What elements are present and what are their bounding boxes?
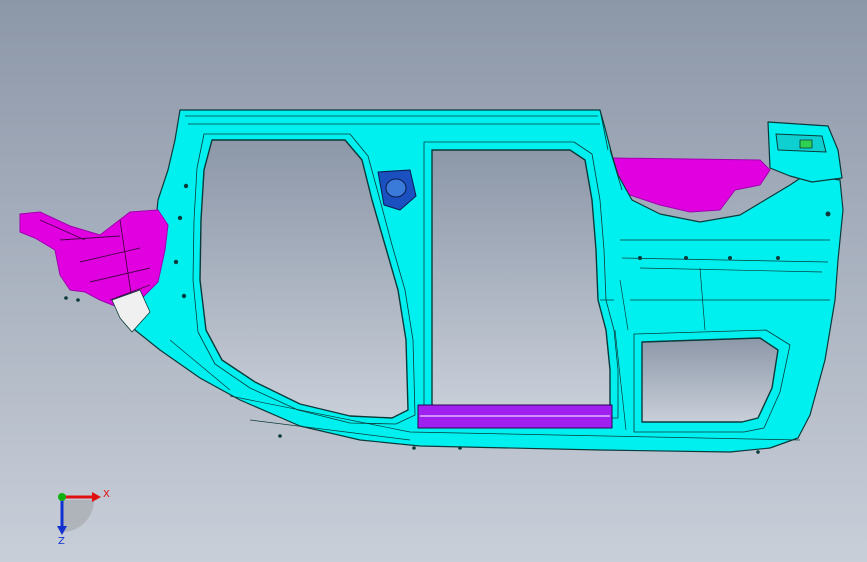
y-axis-indicator	[58, 493, 66, 501]
rear-door-opening	[431, 149, 611, 411]
cad-scene[interactable]: X Z	[0, 0, 867, 562]
x-axis-label: X	[103, 489, 110, 500]
z-axis-label: Z	[58, 536, 65, 547]
fitting-ring	[385, 178, 407, 198]
cad-viewport[interactable]: X Z	[0, 0, 867, 562]
quarter-window-opening	[641, 337, 779, 423]
tail-lamp-tab	[799, 139, 813, 149]
